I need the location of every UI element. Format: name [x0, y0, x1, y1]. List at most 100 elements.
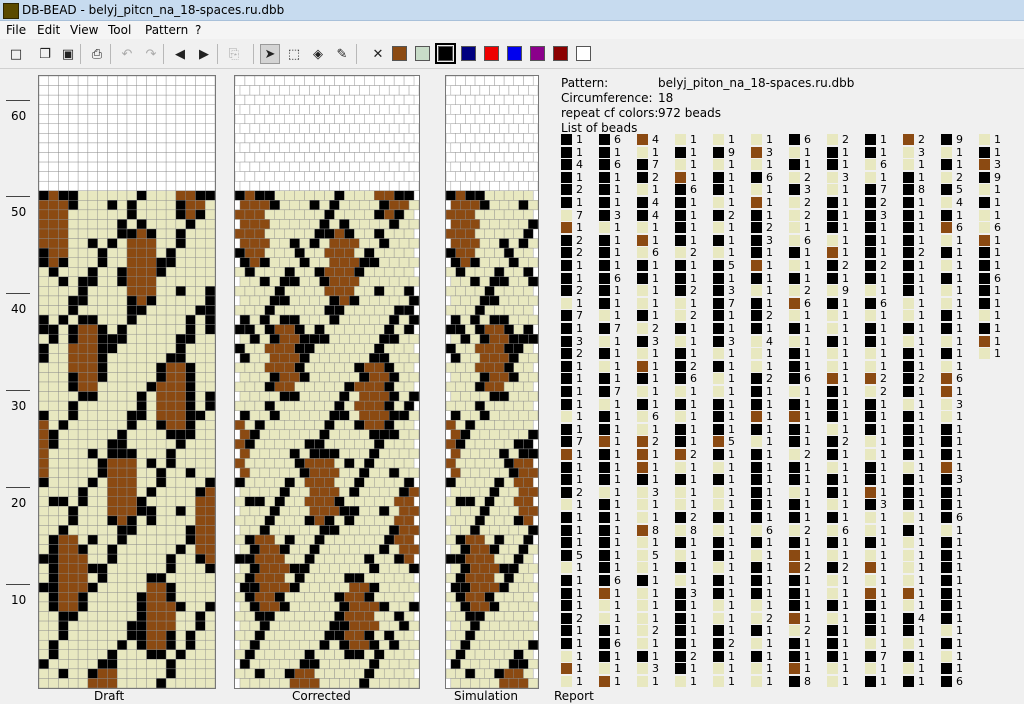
- bead-cell[interactable]: [329, 257, 340, 268]
- bead-cell[interactable]: [446, 553, 456, 564]
- bead-cell[interactable]: [244, 630, 256, 641]
- bead-cell[interactable]: [479, 314, 490, 325]
- bead-cell[interactable]: [58, 247, 69, 258]
- bead-cell[interactable]: [319, 142, 330, 153]
- bead-cell[interactable]: [68, 592, 79, 603]
- bead-cell[interactable]: [369, 467, 380, 478]
- bead-cell[interactable]: [249, 180, 261, 191]
- bead-cell[interactable]: [528, 410, 538, 421]
- bead-cell[interactable]: [107, 114, 118, 125]
- bead-cell[interactable]: [136, 94, 147, 105]
- bead-cell[interactable]: [455, 381, 466, 392]
- bead-cell[interactable]: [205, 152, 215, 163]
- bead-cell[interactable]: [309, 467, 320, 478]
- corrected-grid[interactable]: [235, 76, 419, 688]
- bead-cell[interactable]: [479, 200, 490, 211]
- bead-cell[interactable]: [388, 372, 400, 383]
- bead-cell[interactable]: [254, 324, 266, 335]
- bead-cell[interactable]: [68, 228, 79, 239]
- bead-cell[interactable]: [508, 295, 519, 306]
- bead-cell[interactable]: [388, 525, 400, 536]
- bead-cell[interactable]: [39, 333, 49, 344]
- bead-cell[interactable]: [254, 439, 266, 450]
- bead-cell[interactable]: [58, 171, 69, 182]
- bead-cell[interactable]: [349, 372, 360, 383]
- bead-cell[interactable]: [39, 257, 49, 268]
- bead-cell[interactable]: [364, 152, 375, 163]
- bead-cell[interactable]: [339, 544, 350, 555]
- bead-cell[interactable]: [324, 611, 335, 622]
- bead-cell[interactable]: [398, 410, 410, 421]
- bead-cell[interactable]: [195, 400, 206, 411]
- bead-cell[interactable]: [393, 534, 405, 545]
- bead-cell[interactable]: [269, 353, 280, 364]
- bead-cell[interactable]: [117, 295, 128, 306]
- bead-cell[interactable]: [508, 391, 519, 402]
- bead-cell[interactable]: [518, 448, 529, 459]
- bead-cell[interactable]: [254, 209, 266, 220]
- bead-cell[interactable]: [136, 276, 147, 287]
- bead-cell[interactable]: [235, 343, 246, 354]
- bead-cell[interactable]: [484, 228, 495, 239]
- bead-cell[interactable]: [474, 305, 485, 316]
- bead-cell[interactable]: [364, 362, 375, 373]
- bead-cell[interactable]: [403, 190, 415, 201]
- color-swatch[interactable]: [507, 46, 522, 61]
- bead-cell[interactable]: [484, 381, 495, 392]
- bead-cell[interactable]: [494, 152, 505, 163]
- bead-cell[interactable]: [165, 458, 177, 469]
- bead-cell[interactable]: [259, 219, 271, 230]
- bead-cell[interactable]: [107, 76, 118, 86]
- bead-cell[interactable]: [97, 620, 108, 631]
- bead-cell[interactable]: [244, 209, 256, 220]
- bead-cell[interactable]: [175, 247, 186, 258]
- bead-cell[interactable]: [68, 76, 79, 86]
- bead-cell[interactable]: [107, 180, 118, 191]
- bead-cell[interactable]: [279, 544, 290, 555]
- bead-cell[interactable]: [359, 544, 370, 555]
- bead-cell[interactable]: [107, 553, 118, 564]
- bead-cell[interactable]: [274, 668, 285, 679]
- bead-cell[interactable]: [136, 573, 147, 584]
- bead-cell[interactable]: [518, 161, 529, 172]
- bead-cell[interactable]: [195, 142, 206, 153]
- bead-cell[interactable]: [185, 659, 196, 670]
- bead-cell[interactable]: [354, 668, 365, 679]
- bead-cell[interactable]: [324, 114, 335, 125]
- bead-cell[interactable]: [374, 362, 385, 373]
- bead-cell[interactable]: [117, 133, 128, 144]
- bead-cell[interactable]: [239, 525, 251, 536]
- bead-cell[interactable]: [460, 429, 471, 440]
- bead-cell[interactable]: [489, 410, 500, 421]
- bead-cell[interactable]: [513, 228, 524, 239]
- bead-cell[interactable]: [359, 582, 370, 593]
- bead-cell[interactable]: [185, 515, 196, 526]
- bead-cell[interactable]: [68, 362, 79, 373]
- bead-cell[interactable]: [450, 238, 461, 249]
- bead-cell[interactable]: [446, 649, 456, 660]
- bead-cell[interactable]: [239, 620, 251, 631]
- bead-cell[interactable]: [146, 209, 157, 220]
- bead-cell[interactable]: [499, 353, 510, 364]
- bead-cell[interactable]: [334, 228, 345, 239]
- bead-cell[interactable]: [398, 391, 410, 402]
- bead-cell[interactable]: [403, 228, 415, 239]
- bead-cell[interactable]: [146, 458, 157, 469]
- bead-cell[interactable]: [279, 429, 290, 440]
- bead-cell[interactable]: [136, 314, 147, 325]
- bead-cell[interactable]: [294, 477, 305, 488]
- bead-cell[interactable]: [39, 372, 49, 383]
- bead-cell[interactable]: [474, 649, 485, 660]
- bead-cell[interactable]: [165, 381, 177, 392]
- bead-cell[interactable]: [474, 611, 485, 622]
- bead-cell[interactable]: [349, 448, 360, 459]
- bead-cell[interactable]: [403, 94, 415, 105]
- bead-cell[interactable]: [195, 85, 206, 96]
- bead-cell[interactable]: [87, 544, 98, 555]
- bead-cell[interactable]: [136, 582, 147, 593]
- bead-cell[interactable]: [319, 678, 330, 688]
- bead-cell[interactable]: [77, 161, 89, 172]
- bead-cell[interactable]: [58, 448, 69, 459]
- bead-cell[interactable]: [408, 142, 419, 153]
- bead-cell[interactable]: [126, 228, 137, 239]
